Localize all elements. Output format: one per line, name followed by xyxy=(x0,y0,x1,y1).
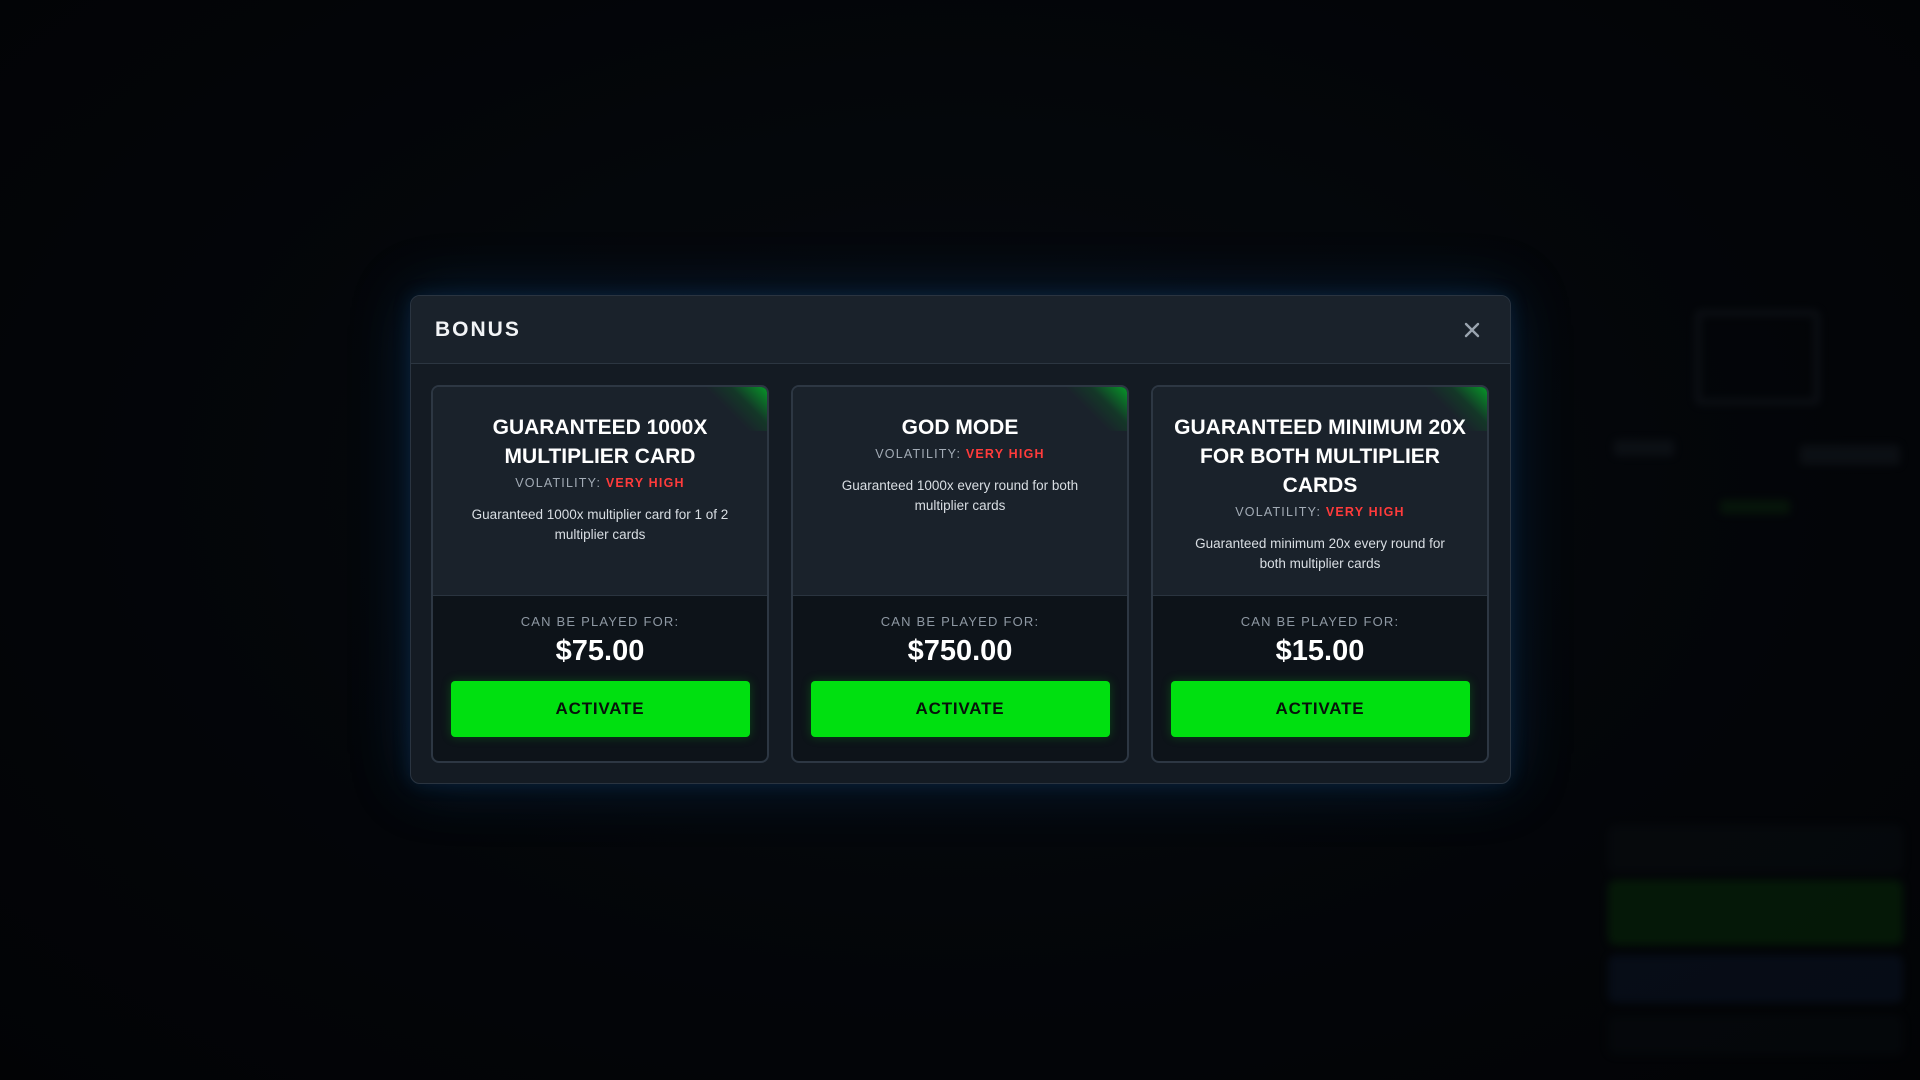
card-info: GUARANTEED 1000X MULTIPLIER CARD VOLATIL… xyxy=(433,387,767,596)
card-title: GOD MODE xyxy=(901,416,1019,439)
close-button[interactable] xyxy=(1458,316,1486,344)
activate-button[interactable]: ACTIVATE xyxy=(810,681,1110,737)
volatility-label: VOLATILITY: xyxy=(515,476,602,490)
card-description: Guaranteed minimum 20x every round for b… xyxy=(1195,536,1445,571)
card-description: Guaranteed 1000x multiplier card for 1 o… xyxy=(471,507,729,542)
card-price: $15.00 xyxy=(1275,635,1365,667)
played-for-label: CAN BE PLAYED FOR: xyxy=(880,614,1040,629)
card-price: $75.00 xyxy=(555,635,645,667)
volatility-line: VOLATILITY: VERY HIGH xyxy=(1173,505,1467,519)
card-purchase: CAN BE PLAYED FOR: $750.00 ACTIVATE xyxy=(793,596,1127,761)
bonus-card-1000x-multiplier: GUARANTEED 1000X MULTIPLIER CARD VOLATIL… xyxy=(431,385,769,763)
modal-title: BONUS xyxy=(435,317,521,341)
volatility-value: VERY HIGH xyxy=(1325,505,1405,519)
bonus-card-list: GUARANTEED 1000X MULTIPLIER CARD VOLATIL… xyxy=(411,364,1510,783)
modal-header: BONUS xyxy=(411,296,1510,364)
volatility-line: VOLATILITY: VERY HIGH xyxy=(813,447,1107,461)
card-info: GUARANTEED MINIMUM 20X FOR BOTH MULTIPLI… xyxy=(1153,387,1487,596)
activate-button[interactable]: ACTIVATE xyxy=(1170,681,1470,737)
close-icon xyxy=(1464,322,1480,337)
card-info: GOD MODE VOLATILITY: VERY HIGH Guarantee… xyxy=(793,387,1127,596)
volatility-label: VOLATILITY: xyxy=(875,447,962,461)
played-for-label: CAN BE PLAYED FOR: xyxy=(520,614,680,629)
played-for-label: CAN BE PLAYED FOR: xyxy=(1240,614,1400,629)
card-purchase: CAN BE PLAYED FOR: $15.00 ACTIVATE xyxy=(1153,596,1487,761)
volatility-line: VOLATILITY: VERY HIGH xyxy=(453,476,747,490)
volatility-value: VERY HIGH xyxy=(605,476,685,490)
activate-button[interactable]: ACTIVATE xyxy=(450,681,750,737)
bonus-card-god-mode: GOD MODE VOLATILITY: VERY HIGH Guarantee… xyxy=(791,385,1129,763)
card-title: GUARANTEED MINIMUM 20X FOR BOTH MULTIPLI… xyxy=(1174,416,1466,497)
card-title: GUARANTEED 1000X MULTIPLIER CARD xyxy=(492,416,708,468)
card-description: Guaranteed 1000x every round for both mu… xyxy=(841,478,1079,513)
card-purchase: CAN BE PLAYED FOR: $75.00 ACTIVATE xyxy=(433,596,767,761)
bonus-card-min-20x: GUARANTEED MINIMUM 20X FOR BOTH MULTIPLI… xyxy=(1151,385,1489,763)
card-price: $750.00 xyxy=(907,635,1013,667)
volatility-value: VERY HIGH xyxy=(965,447,1045,461)
bonus-modal: BONUS GUARANTEED 1000X MULTIPLIER CARD V… xyxy=(410,295,1511,784)
volatility-label: VOLATILITY: xyxy=(1235,505,1322,519)
